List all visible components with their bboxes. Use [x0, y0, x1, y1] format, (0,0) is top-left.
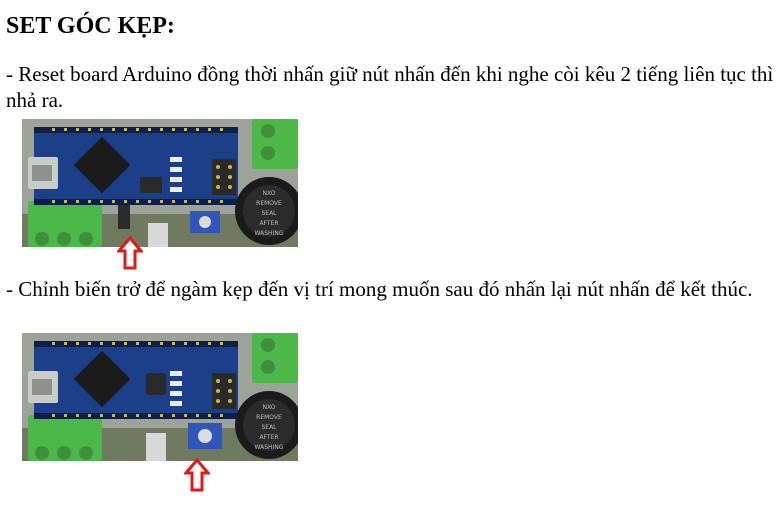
- board-photo-step-1: NXO REMOVE SEAL AFTER WASHING: [22, 119, 298, 247]
- page-title: SET GÓC KẸP:: [6, 13, 175, 39]
- svg-text:WASHING: WASHING: [255, 444, 284, 451]
- step-1-text: - Reset board Arduino đồng thời nhấn giữ…: [6, 62, 774, 112]
- svg-text:WASHING: WASHING: [255, 230, 284, 237]
- svg-text:REMOVE: REMOVE: [256, 200, 282, 207]
- svg-text:REMOVE: REMOVE: [256, 414, 282, 421]
- up-arrow-icon: [115, 235, 145, 270]
- svg-text:NXO: NXO: [263, 190, 276, 197]
- svg-text:SEAL: SEAL: [261, 210, 277, 217]
- board-photo-step-2: NXO REMOVE SEAL AFTER WASHING: [22, 333, 298, 461]
- svg-text:AFTER: AFTER: [259, 220, 278, 227]
- svg-text:SEAL: SEAL: [261, 424, 277, 431]
- svg-text:NXO: NXO: [263, 404, 276, 411]
- svg-text:AFTER: AFTER: [259, 434, 278, 441]
- up-arrow-icon: [182, 457, 212, 492]
- step-2-text: - Chỉnh biến trở để ngàm kẹp đến vị trí …: [6, 277, 753, 301]
